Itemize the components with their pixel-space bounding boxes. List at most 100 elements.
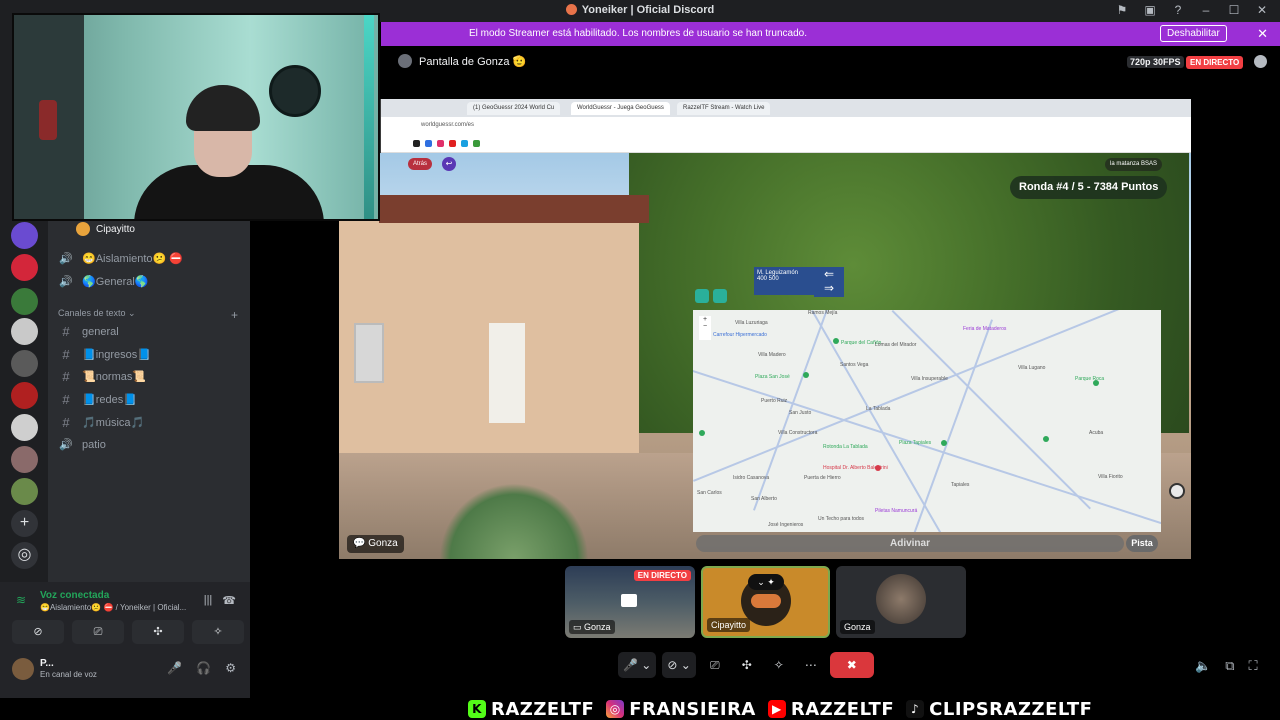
screen-share-button[interactable]: ⎚ <box>702 652 728 678</box>
headphones-icon[interactable]: 🎧 <box>196 661 211 675</box>
server-icon-photo[interactable] <box>11 446 38 473</box>
soundboard-button[interactable]: ✧ <box>192 620 244 644</box>
compass-icon[interactable] <box>1169 483 1185 499</box>
avatar <box>76 222 90 236</box>
voice-location[interactable]: 😁Aislamiento😕 ⛔ / Yoneiker | Oficial... <box>40 603 186 612</box>
disconnect-icon[interactable]: ☎ <box>222 594 236 607</box>
voice-channel-patio[interactable]: 🔊 patio <box>58 438 106 452</box>
screen-icon[interactable]: ▣ <box>1142 3 1158 17</box>
map-tools <box>695 289 727 303</box>
tile-menu-icon[interactable]: ⌄ ✦ <box>748 574 784 590</box>
close-icon[interactable]: ✕ <box>1254 3 1270 17</box>
server-icon-green[interactable] <box>11 288 38 315</box>
inbox-icon[interactable]: ⚑ <box>1114 3 1130 17</box>
popout-icon[interactable]: ⧉ <box>1225 658 1234 674</box>
avatar <box>398 54 412 68</box>
maximize-icon[interactable]: ☐ <box>1226 3 1242 17</box>
end-call-button[interactable]: ✖ <box>829 652 874 678</box>
channel-label: patio <box>82 438 106 451</box>
microphone-icon[interactable]: 🎤 <box>167 661 182 675</box>
server-icon-anime[interactable] <box>11 414 38 441</box>
hint-button[interactable]: Pista <box>1126 535 1158 552</box>
banner-text: El modo Streamer está habilitado. Los no… <box>469 28 807 39</box>
server-icon-white[interactable] <box>11 318 38 345</box>
server-logo-icon <box>565 4 577 15</box>
building-roof <box>379 195 649 223</box>
server-icon-nature[interactable] <box>11 478 38 505</box>
voice-channel-general[interactable]: 🔊 🌎General🌎 <box>58 275 149 288</box>
stream-view[interactable]: (1) GeoGuessr 2024 World Cu WorldGuessr … <box>339 99 1191 559</box>
voice-channel-aislamiento[interactable]: 🔊 😁Aislamiento😕 ⛔ <box>58 252 183 265</box>
undo-icon[interactable]: ↩ <box>442 157 456 171</box>
guess-button[interactable]: Adivinar <box>696 535 1124 552</box>
streamer-label: 💬 Gonza <box>347 535 404 553</box>
help-icon[interactable]: ? <box>1170 3 1186 17</box>
social-instagram: ◎ FRANSIEIRA <box>606 699 756 720</box>
plant <box>439 483 589 559</box>
instagram-icon: ◎ <box>606 700 625 718</box>
stream-title: Pantalla de Gonza 🫡 <box>398 54 526 68</box>
minimize-icon[interactable]: – <box>1198 3 1214 17</box>
more-options-icon[interactable]: ⋯ <box>798 652 824 678</box>
fullscreen-icon[interactable]: ⛶ <box>1248 658 1257 674</box>
stream-quality: 720p 30FPS <box>1127 56 1184 68</box>
social-tiktok: ♪ CLIPSRAZZELTF <box>906 699 1092 720</box>
server-icon-red[interactable] <box>11 382 38 409</box>
microphone-button[interactable]: 🎤 ⌄ <box>618 652 657 678</box>
avatar[interactable] <box>12 658 34 680</box>
user-name[interactable]: P... <box>40 658 54 669</box>
noise-suppression-icon[interactable]: ||| <box>204 594 213 607</box>
speaker-icon: 🔊 <box>59 253 73 265</box>
camera-toggle-button[interactable]: ⊘ <box>12 620 64 644</box>
participant-tile-gonza[interactable]: Gonza <box>836 566 966 638</box>
titlebar-controls: ⚑ ▣ ? – ☐ ✕ <box>1114 3 1270 17</box>
text-channel-general[interactable]: # general <box>58 324 118 339</box>
arrows-icon: ⇐ ⇒ <box>814 267 844 297</box>
add-channel-icon[interactable]: + <box>231 308 238 322</box>
server-icon-p[interactable] <box>11 222 38 249</box>
speaker-icon: 🔊 <box>59 276 73 288</box>
text-channel-normas[interactable]: # 📜normas📜 <box>58 369 146 384</box>
text-channel-ingresos[interactable]: # 📘ingresos📘 <box>58 347 151 362</box>
add-server-icon[interactable]: + <box>11 510 38 537</box>
category-text-channels[interactable]: Canales de texto ⌄ + <box>58 308 238 322</box>
voice-participant[interactable]: Cipayitto <box>76 222 135 236</box>
browser-tab: RazzelTF Stream - Watch Live <box>677 102 771 115</box>
soundboard-button[interactable]: ✧ <box>766 652 792 678</box>
speaker-icon: 🔊 <box>59 439 73 451</box>
chat-icon[interactable] <box>1254 55 1267 68</box>
volume-icon[interactable]: 🔈 <box>1195 658 1211 674</box>
server-icon-grey[interactable] <box>11 350 38 377</box>
avatar <box>876 574 926 624</box>
gear-icon[interactable]: ⚙ <box>225 661 236 675</box>
camera-button[interactable]: ⊘ ⌄ <box>662 652 696 678</box>
activities-button[interactable]: ✣ <box>132 620 184 644</box>
camera-off-icon: ⊘ <box>667 658 678 672</box>
disable-streamer-mode-button[interactable]: Deshabilitar <box>1160 25 1227 42</box>
activities-button[interactable]: ✣ <box>734 652 760 678</box>
hash-icon: # <box>62 324 70 339</box>
channel-label: 🌎General🌎 <box>82 276 149 288</box>
discover-icon[interactable]: ◎ <box>11 542 38 569</box>
text-channel-redes[interactable]: # 📘redes📘 <box>58 392 137 407</box>
hash-icon: # <box>62 369 70 384</box>
channel-label: 🎵música🎵 <box>82 417 145 429</box>
screen-share-button[interactable]: ⎚ <box>72 620 124 644</box>
participant-tile-cipayitto[interactable]: ⌄ ✦ Cipayitto <box>701 566 830 638</box>
map-zoom-control[interactable]: + − <box>699 316 711 340</box>
guess-map[interactable]: + − Villa Luzuriaga Carrefour Hipermercad… <box>693 310 1161 532</box>
screen-share-icon <box>621 594 637 607</box>
signal-icon[interactable]: ≋ <box>16 593 26 607</box>
participant-name: Cipayitto <box>707 618 751 632</box>
street-sign: M. Leguizamón 400 500 ⇐ ⇒ <box>754 267 844 297</box>
participant-tile-gonza-stream[interactable]: EN DIRECTO ▭ Gonza <box>565 566 695 638</box>
pin-map-icon[interactable] <box>713 289 727 303</box>
chevron-down-icon: ⌄ <box>680 658 691 672</box>
webcam-overlay <box>12 13 380 221</box>
close-icon[interactable]: ✕ <box>1257 26 1268 42</box>
back-button[interactable]: Atrás <box>408 158 433 170</box>
expand-map-icon[interactable] <box>695 289 709 303</box>
text-channel-musica[interactable]: # 🎵música🎵 <box>58 415 144 430</box>
youtube-icon: ▶ <box>767 700 786 718</box>
server-icon-m[interactable] <box>11 254 38 281</box>
